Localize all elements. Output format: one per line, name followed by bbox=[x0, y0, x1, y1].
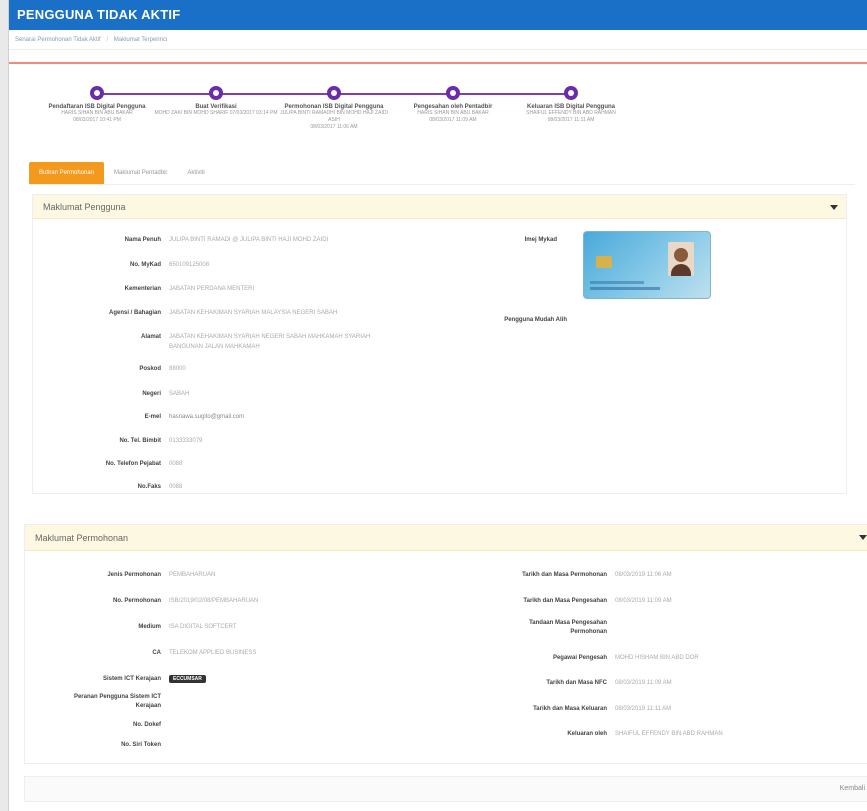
footer-bar: Kembali bbox=[24, 776, 867, 802]
kembali-button[interactable]: Kembali bbox=[840, 785, 865, 792]
field-label: No. Dokef bbox=[132, 722, 161, 728]
field-value: 08/03/2019 11:11 AM bbox=[615, 706, 672, 712]
field-value: 0133333079 bbox=[169, 438, 203, 444]
panel-title: Maklumat Permohonan bbox=[35, 533, 129, 543]
field-label: No. MyKad bbox=[129, 262, 161, 268]
panel-header-permohonan[interactable]: Maklumat Permohonan bbox=[25, 525, 867, 551]
field-value-cont: BANGUNAN JALAN MAHKAMAH bbox=[169, 344, 260, 350]
field-label: Keluaran oleh bbox=[567, 731, 607, 737]
step-check-icon bbox=[564, 86, 578, 100]
field-label: No. Telefon Pejabat bbox=[105, 461, 161, 467]
field-value: 0088 bbox=[169, 484, 183, 490]
caret-down-icon[interactable] bbox=[830, 205, 838, 210]
field-label: Peranan Pengguna Sistem ICT bbox=[73, 694, 161, 700]
field-label: Agensi / Bahagian bbox=[108, 310, 161, 316]
field-value: JABATAN PERDANA MENTERI bbox=[169, 286, 255, 292]
breadcrumb-separator: / bbox=[106, 37, 109, 43]
tab-divider bbox=[29, 184, 855, 185]
field-label: Tarikh dan Masa Keluaran bbox=[533, 706, 607, 712]
tab-bar: Butiran Permohonan Maklumat Pentadbir Ak… bbox=[29, 162, 215, 184]
step-time: 08/03/2017 10:41 PM bbox=[73, 117, 121, 123]
step-check-icon bbox=[209, 86, 223, 100]
field-value: SHAIFUL EFFENDY BIN ABD RAHMAN bbox=[615, 731, 723, 737]
tab-butiran-permohonan[interactable]: Butiran Permohonan bbox=[29, 162, 105, 184]
card-text-line bbox=[590, 281, 644, 284]
field-label: Permohonan bbox=[570, 629, 607, 635]
field-label: Alamat bbox=[140, 334, 161, 340]
field-value: JABATAN KEHAKIMAN SYARIAH NEGERI SABAH M… bbox=[169, 334, 371, 340]
field-tarikh-permohonan: Tarikh dan Masa Permohonan bbox=[9, 572, 607, 582]
field-value: 0088 bbox=[169, 461, 183, 467]
field-label: No.Faks bbox=[137, 484, 161, 490]
field-no-siri-token: No. Siri Token bbox=[9, 742, 161, 752]
field-faks: No.Faks bbox=[9, 484, 161, 494]
card-text-line bbox=[590, 287, 660, 290]
step-time: 08/03/2017 11:06 AM bbox=[310, 124, 358, 130]
mykad-image bbox=[583, 231, 711, 299]
pengguna-mudah-alih-label: Pengguna Mudah Alih bbox=[504, 317, 567, 323]
field-value: 88000 bbox=[169, 366, 186, 372]
breadcrumb-item-list[interactable]: Senarai Permohonan Tidak Aktif bbox=[15, 37, 101, 43]
mykad-label: Imej Mykad bbox=[524, 237, 557, 243]
field-label: Negeri bbox=[142, 391, 161, 397]
step-check-icon bbox=[327, 86, 341, 100]
field-label: No. Siri Token bbox=[121, 742, 161, 748]
panel-title: Maklumat Pengguna bbox=[43, 202, 126, 212]
field-tarikh-nfc: Tarikh dan Masa NFC bbox=[9, 680, 607, 690]
mudah-alih-label-row: Pengguna Mudah Alih bbox=[9, 317, 567, 327]
breadcrumb-item-current: Maklumat Terperinci bbox=[113, 37, 168, 43]
field-value: JABATAN KEHAKIMAN SYARIAH MALAYSIA NEGER… bbox=[169, 310, 338, 316]
field-label: Tandaan Masa Pengesahan bbox=[529, 620, 607, 626]
field-negeri: Negeri bbox=[9, 391, 161, 401]
field-value: hasnawa.sugito@gmail.com bbox=[169, 414, 245, 420]
field-keluaran-oleh: Keluaran oleh bbox=[9, 731, 607, 741]
field-label: No. Tel. Bimbit bbox=[119, 438, 161, 444]
field-value: 08/03/2019 11:09 AM bbox=[615, 598, 672, 604]
field-label: E-mel bbox=[144, 414, 161, 420]
field-emel: E-mel bbox=[9, 414, 161, 424]
field-tel-pejabat: No. Telefon Pejabat bbox=[9, 461, 161, 471]
caret-down-icon[interactable] bbox=[859, 535, 867, 540]
page-title: PENGGUNA TIDAK AKTIF bbox=[9, 0, 867, 30]
field-label: Poskod bbox=[139, 366, 161, 372]
field-label: Tarikh dan Masa Pengesahan bbox=[523, 598, 607, 604]
field-tarikh-keluaran: Tarikh dan Masa Keluaran bbox=[9, 706, 607, 716]
field-tel-bimbit: No. Tel. Bimbit bbox=[9, 438, 161, 448]
step-time: 08/03/2017 11:11 AM bbox=[547, 117, 595, 123]
field-label: Tarikh dan Masa Permohonan bbox=[522, 572, 607, 578]
card-chip bbox=[596, 256, 612, 268]
card-photo bbox=[668, 242, 694, 276]
step-5: Keluaran ISB Digital Pengguna SHAIFUL EF… bbox=[501, 86, 641, 124]
field-value: MOHD HISHAM BIN ABD DOR bbox=[615, 655, 699, 661]
field-label: Pegawai Pengesah bbox=[552, 655, 607, 661]
field-value: 08/03/2019 11:09 AM bbox=[615, 680, 672, 686]
step-actor: SHAIFUL EFFENDY BIN ABD RAHMAN bbox=[526, 110, 616, 116]
field-label: Tarikh dan Masa NFC bbox=[546, 680, 607, 686]
field-tarikh-pengesahan: Tarikh dan Masa Pengesahan bbox=[9, 598, 607, 608]
field-tandaan-masa-cont: Permohonan bbox=[9, 629, 607, 639]
field-poskod: Poskod bbox=[9, 366, 161, 376]
field-label: Kementerian bbox=[124, 286, 161, 292]
mykad-label-row: Imej Mykad bbox=[9, 237, 557, 247]
breadcrumb: Senarai Permohonan Tidak Aktif / Makluma… bbox=[9, 30, 867, 50]
step-check-icon bbox=[446, 86, 460, 100]
panel-header-pengguna[interactable]: Maklumat Pengguna bbox=[33, 195, 846, 219]
field-kementerian: Kementerian bbox=[9, 286, 161, 296]
field-value: SABAH bbox=[169, 391, 190, 397]
tab-maklumat-pentadbir[interactable]: Maklumat Pentadbir bbox=[104, 162, 177, 184]
tab-aktiviti[interactable]: Aktiviti bbox=[177, 162, 214, 184]
field-value: 08/03/2019 11:06 AM bbox=[615, 572, 672, 578]
field-value: 650109125008 bbox=[169, 262, 210, 268]
header-divider bbox=[9, 62, 867, 64]
progress-steps: Pendaftaran ISB Digital Pengguna HARIS S… bbox=[23, 86, 643, 146]
field-no-mykad: No. MyKad bbox=[9, 262, 161, 272]
field-pegawai-pengesah: Pegawai Pengesah bbox=[9, 655, 607, 665]
app-window: PENGGUNA TIDAK AKTIF Senarai Permohonan … bbox=[8, 0, 867, 811]
field-alamat: Alamat bbox=[9, 334, 161, 344]
step-check-icon bbox=[90, 86, 104, 100]
